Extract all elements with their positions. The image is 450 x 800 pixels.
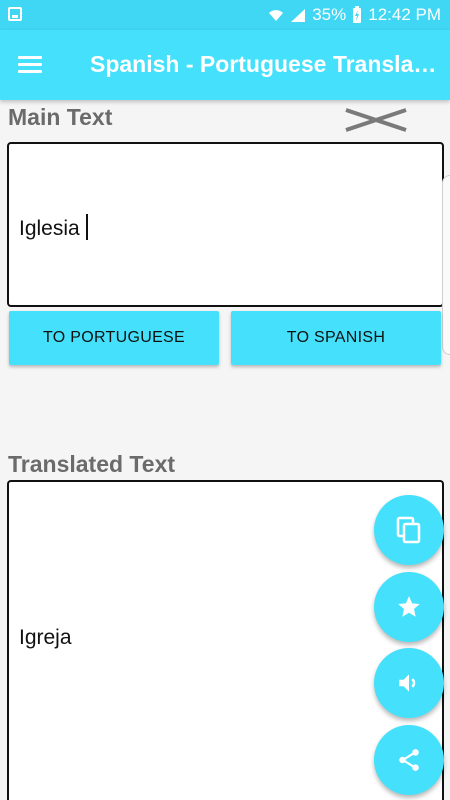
main-text-content: Iglesia	[19, 217, 80, 240]
to-portuguese-button[interactable]: TO PORTUGUESE	[9, 311, 219, 365]
gallery-notification-icon	[8, 7, 22, 21]
text-cursor	[85, 214, 88, 240]
speak-button[interactable]	[374, 648, 444, 718]
side-panel-edge	[442, 175, 450, 355]
translated-text-value: Igreja	[19, 626, 72, 649]
status-right-group: 35% 12:42 PM	[268, 4, 441, 26]
main-text-input[interactable]: Iglesia	[7, 142, 444, 307]
copy-button[interactable]	[374, 495, 444, 565]
battery-percent: 35%	[312, 5, 347, 24]
clock: 12:42 PM	[368, 5, 441, 24]
clear-x-icon[interactable]	[344, 106, 408, 134]
translated-text-label: Translated Text	[8, 451, 176, 477]
speaker-icon	[399, 674, 416, 692]
to-spanish-button[interactable]: TO SPANISH	[231, 311, 441, 365]
app-bar: Spanish - Portuguese Translator	[0, 30, 450, 100]
signal-icon	[291, 8, 306, 22]
status-bar: 35% 12:42 PM	[0, 0, 450, 30]
battery-charging-icon	[353, 6, 362, 23]
hamburger-menu-icon[interactable]	[18, 54, 42, 74]
favorite-button[interactable]	[374, 572, 444, 642]
app-title: Spanish - Portuguese Translator	[90, 51, 442, 77]
share-icon	[399, 749, 419, 771]
main-text-label: Main Text	[8, 104, 113, 130]
star-icon	[398, 596, 420, 617]
main-text-value[interactable]: Iglesia	[19, 214, 88, 241]
share-button[interactable]	[374, 725, 444, 795]
wifi-icon	[269, 10, 284, 21]
copy-icon	[396, 516, 421, 544]
